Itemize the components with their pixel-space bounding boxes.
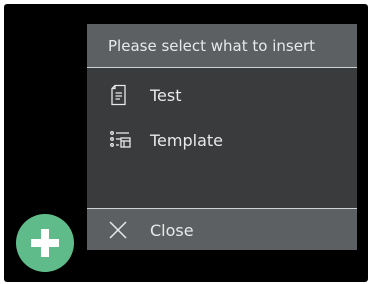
menu-item-label-test: Test <box>150 86 182 105</box>
app-canvas: Please select what to insert Test Templa… <box>4 4 368 282</box>
document-icon <box>109 84 129 106</box>
menu-item-label-template: Template <box>150 131 224 150</box>
add-button[interactable] <box>16 214 74 272</box>
insert-menu: Please select what to insert Test Templa… <box>87 24 357 250</box>
menu-header: Please select what to insert <box>87 24 357 68</box>
menu-item-template[interactable]: Template <box>87 120 357 160</box>
close-icon <box>109 221 127 239</box>
close-button-label: Close <box>150 221 194 240</box>
template-list-icon <box>109 129 131 151</box>
close-button[interactable]: Close <box>87 208 357 250</box>
menu-item-test[interactable]: Test <box>87 75 357 115</box>
menu-title: Please select what to insert <box>108 37 315 55</box>
